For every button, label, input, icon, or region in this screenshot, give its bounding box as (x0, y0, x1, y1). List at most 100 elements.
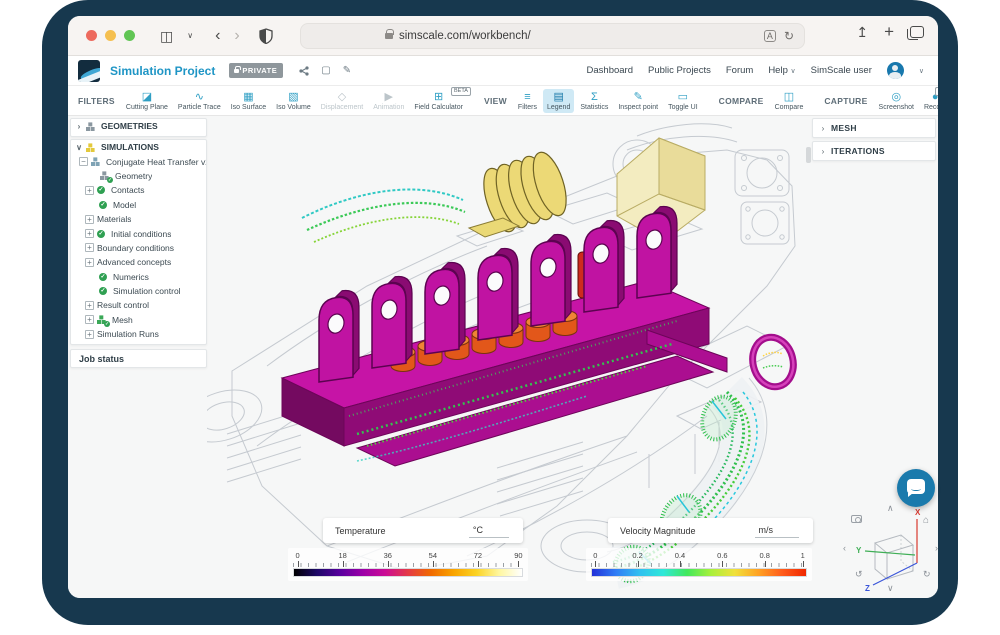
sidebar-item-materials[interactable]: + Materials (71, 212, 206, 226)
shield-icon[interactable] (259, 28, 273, 44)
chevron-down-icon[interactable]: ∨ (180, 32, 200, 40)
view-filters-button[interactable]: ≡Filters (514, 89, 541, 113)
close-window-button[interactable] (86, 30, 97, 41)
cutting-plane-icon: ◪ (142, 91, 152, 103)
temperature-legend-card[interactable]: Temperature °C (323, 518, 523, 543)
camera-icon[interactable] (851, 515, 862, 523)
user-avatar[interactable] (887, 62, 904, 79)
expand-icon[interactable]: + (85, 215, 94, 224)
particle-trace-button[interactable]: ∿Particle Trace (174, 89, 225, 113)
sidebar-item-contacts[interactable]: + ✓ Contacts (71, 183, 206, 197)
compare-icon: ◫ (784, 91, 794, 103)
sidebar-item-advanced-concepts[interactable]: + Advanced concepts (71, 255, 206, 269)
home-view-icon[interactable]: ⌂ (923, 515, 929, 526)
rotate-down-icon[interactable]: ∨ (887, 583, 894, 594)
iso-surface-button[interactable]: ▦Iso Surface (227, 89, 270, 113)
new-tab-button[interactable]: + (884, 22, 894, 42)
sidebar-item-result-control[interactable]: + Result control (71, 298, 206, 312)
edit-project-icon[interactable]: ✎ (343, 65, 351, 76)
toggle-ui-button[interactable]: ▭Toggle UI (664, 89, 702, 113)
browser-sidebar-icon[interactable]: ◫ (153, 29, 180, 43)
nav-forum[interactable]: Forum (726, 65, 753, 76)
legend-icon: ▤ (553, 91, 563, 103)
sidebar-item-geometry[interactable]: ✓ Geometry (71, 169, 206, 183)
nav-help[interactable]: Help ∨ (768, 65, 795, 76)
minimize-window-button[interactable] (105, 30, 116, 41)
legend-unit-select[interactable]: m/s (755, 523, 800, 538)
velocity-legend-card[interactable]: Velocity Magnitude m/s (608, 518, 813, 543)
nav-public-projects[interactable]: Public Projects (648, 65, 711, 76)
sidebar-item-model[interactable]: ✓ Model (71, 198, 206, 212)
app-nav: Dashboard Public Projects Forum Help ∨ S… (587, 62, 938, 79)
chat-button[interactable] (897, 469, 935, 507)
expand-icon[interactable]: + (85, 330, 94, 339)
roll-ccw-icon[interactable]: ↺ (855, 569, 863, 580)
record-button[interactable]: BETA●Record (920, 89, 938, 113)
job-status-panel[interactable]: Job status (70, 349, 207, 368)
filters-icon: ≡ (524, 91, 530, 103)
rotate-right-icon[interactable]: › (935, 543, 938, 553)
legend-field-name[interactable]: Temperature (323, 526, 386, 536)
tab-overview-icon[interactable] (910, 26, 924, 38)
sidebar-item-numerics[interactable]: ✓ Numerics (71, 270, 206, 284)
sidebar-item-mesh[interactable]: + ✓ Mesh (71, 313, 206, 327)
legend-unit-select[interactable]: °C (469, 523, 509, 538)
sidebar-item-geometries[interactable]: › GEOMETRIES (71, 119, 206, 133)
sidebar-item-initial-conditions[interactable]: + ✓ Initial conditions (71, 226, 206, 240)
sidebar-item-simulation-control[interactable]: ✓ Simulation control (71, 284, 206, 298)
simscale-logo[interactable] (78, 60, 100, 82)
chevron-down-icon: ∨ (791, 68, 796, 75)
browser-chrome: ◫ ∨ ‹ › simscale.com/workbench/ A ↻ ↥ + (68, 16, 938, 56)
expand-icon[interactable]: + (85, 243, 94, 252)
sidebar-geometries-panel: › GEOMETRIES (70, 118, 207, 137)
legend-button[interactable]: ▤Legend (543, 89, 574, 113)
orientation-gizmo[interactable]: X Y Z ∧ ∨ ‹ › ↺ ↻ ⌂ (843, 503, 938, 595)
rotate-up-icon[interactable]: ∧ (887, 503, 894, 514)
chevron-down-icon[interactable]: ∨ (919, 67, 924, 75)
project-title[interactable]: Simulation Project (110, 64, 215, 78)
displacement-button: ◇Displacement (317, 89, 367, 113)
screenshot-button[interactable]: ◎Screenshot (875, 89, 918, 113)
check-icon: ✓ (97, 186, 105, 194)
panel-resize-handle[interactable] (806, 147, 811, 163)
sidebar-simulations-panel: ∨ SIMULATIONS − Conjugate Heat Transfer … (70, 139, 207, 345)
legend-field-name[interactable]: Velocity Magnitude (608, 526, 696, 536)
iso-volume-button[interactable]: ▧Iso Volume (272, 89, 315, 113)
velocity-gradient-bar (591, 568, 807, 577)
chevron-down-icon[interactable]: ∨ (75, 143, 83, 152)
translate-icon[interactable]: A (764, 30, 776, 42)
statistics-button[interactable]: ΣStatistics (576, 89, 612, 113)
nav-dashboard[interactable]: Dashboard (587, 65, 633, 76)
roll-cw-icon[interactable]: ↻ (923, 569, 931, 580)
zoom-window-button[interactable] (124, 30, 135, 41)
displacement-icon: ◇ (338, 91, 346, 103)
sidebar-item-simulation[interactable]: − Conjugate Heat Transfer v2.0 (71, 154, 206, 168)
browser-share-icon[interactable]: ↥ (856, 24, 868, 41)
expand-icon[interactable]: + (85, 229, 94, 238)
field-calculator-button[interactable]: BETA⊞Field Calculator (410, 89, 467, 113)
expand-icon[interactable]: + (85, 258, 94, 267)
share-project-icon[interactable] (299, 66, 309, 76)
sidebar-item-simulation-runs[interactable]: + Simulation Runs (71, 327, 206, 341)
expand-icon[interactable]: + (85, 186, 94, 195)
expand-icon[interactable]: + (85, 315, 94, 324)
rotate-left-icon[interactable]: ‹ (843, 543, 846, 553)
nav-user[interactable]: SimScale user (811, 65, 872, 76)
mesh-panel[interactable]: › MESH (812, 118, 936, 138)
back-button[interactable]: ‹ (208, 28, 227, 44)
iterations-panel[interactable]: › ITERATIONS (812, 141, 936, 161)
address-bar[interactable]: simscale.com/workbench/ A ↻ (300, 23, 805, 49)
duplicate-project-icon[interactable]: ▢ (321, 65, 330, 76)
compare-button[interactable]: ◫Compare (771, 89, 808, 113)
collapse-icon[interactable]: − (79, 157, 88, 166)
inspect-point-button[interactable]: ✎Inspect point (614, 89, 662, 113)
expand-icon[interactable]: + (85, 301, 94, 310)
forward-button[interactable]: › (227, 28, 246, 44)
check-icon: ✓ (99, 273, 107, 281)
sidebar-item-boundary-conditions[interactable]: + Boundary conditions (71, 241, 206, 255)
cutting-plane-button[interactable]: ◪Cutting Plane (122, 89, 172, 113)
inspect-point-icon: ✎ (634, 91, 643, 103)
chevron-right-icon[interactable]: › (75, 122, 83, 131)
sidebar-item-simulations[interactable]: ∨ SIMULATIONS (71, 140, 206, 154)
reload-icon[interactable]: ↻ (784, 29, 794, 43)
